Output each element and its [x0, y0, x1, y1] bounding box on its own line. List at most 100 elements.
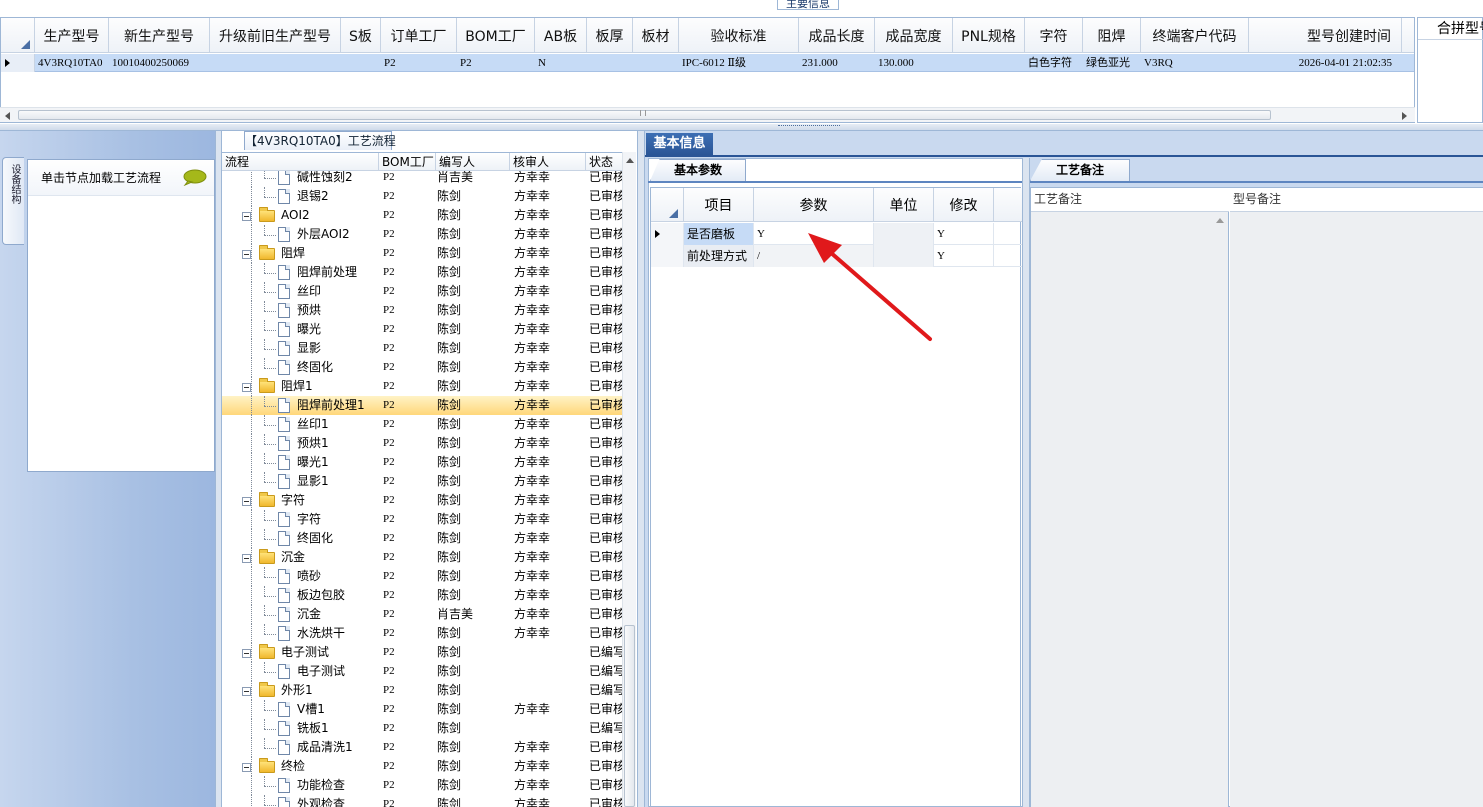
table-row[interactable]: 前处理方式 / Y [651, 245, 1022, 267]
tree-header-reviewer[interactable]: 核审人 [510, 153, 586, 171]
table-cell[interactable] [341, 54, 381, 72]
table-cell[interactable]: 白色字符 [1025, 54, 1083, 72]
model-note-area[interactable]: 型号备注 [1230, 188, 1483, 807]
tree-node-label[interactable]: 功能检查 [297, 776, 345, 795]
table-cell[interactable]: 10010400250069 [109, 54, 210, 72]
tree-node-label[interactable]: 外形1 [281, 681, 313, 700]
tab-process-remarks[interactable]: 工艺备注 [1030, 159, 1130, 181]
table-cell[interactable]: 231.000 [799, 54, 875, 72]
tree-row[interactable]: 字符 P2 陈剑 方幸幸 已审核 [222, 510, 622, 529]
params-header-unit[interactable]: 单位 [874, 188, 934, 222]
tree-row[interactable]: 丝印 P2 陈剑 方幸幸 已审核 [222, 282, 622, 301]
params-header-param[interactable]: 参数 [754, 188, 874, 222]
tree-node-label[interactable]: 外观检查 [297, 795, 345, 807]
collapse-toggle-icon[interactable] [242, 212, 251, 221]
tree-row[interactable]: 退锡2 P2 陈剑 方幸幸 已审核 [222, 187, 622, 206]
tree-node-label[interactable]: 阻焊前处理 [297, 263, 357, 282]
tree-row[interactable]: 电子测试 P2 陈剑 已编写 [222, 643, 622, 662]
tree-node-label[interactable]: 碱性蚀刻2 [297, 171, 353, 187]
tree-node-label[interactable]: 终检 [281, 757, 305, 776]
tree-row[interactable]: 功能检查 P2 陈剑 方幸幸 已审核 [222, 776, 622, 795]
grid-corner-cell[interactable] [1, 18, 35, 53]
tree-row[interactable]: V槽1 P2 陈剑 方幸幸 已审核 [222, 700, 622, 719]
column-header[interactable]: 订单工厂 [381, 18, 457, 53]
tree-row[interactable]: 曝光1 P2 陈剑 方幸幸 已审核 [222, 453, 622, 472]
table-row[interactable]: 是否磨板 Y Y [651, 223, 1022, 245]
tree-row[interactable]: 外观检查 P2 陈剑 方幸幸 已审核 [222, 795, 622, 807]
tree-row[interactable]: 外形1 P2 陈剑 已编写 [222, 681, 622, 700]
tree-node-label[interactable]: 丝印1 [297, 415, 329, 434]
tree-header-writer[interactable]: 编写人 [436, 153, 510, 171]
collapse-toggle-icon[interactable] [242, 383, 251, 392]
param-cell-unit[interactable] [874, 245, 934, 267]
column-header[interactable]: BOM工厂 [457, 18, 535, 53]
tree-row[interactable]: 显影 P2 陈剑 方幸幸 已审核 [222, 339, 622, 358]
table-cell[interactable]: V3RQ [1141, 54, 1249, 72]
table-cell[interactable]: P2 [381, 54, 457, 72]
tree-row[interactable]: 板边包胶 P2 陈剑 方幸幸 已审核 [222, 586, 622, 605]
tree-node-label[interactable]: 退锡2 [297, 187, 329, 206]
column-header[interactable]: AB板 [535, 18, 587, 53]
table-cell[interactable] [210, 54, 341, 72]
scroll-up-icon[interactable] [626, 158, 634, 163]
tree-header-factory[interactable]: BOM工厂 [379, 153, 436, 171]
tree-row[interactable]: 阻焊前处理1 P2 陈剑 方幸幸 已审核 [222, 396, 622, 415]
tree-node-label[interactable]: 曝光1 [297, 453, 329, 472]
table-cell[interactable]: 4V3RQ10TA0 [35, 54, 109, 72]
tree-row[interactable]: 水洗烘干 P2 陈剑 方幸幸 已审核 [222, 624, 622, 643]
tree-row[interactable]: 终固化 P2 陈剑 方幸幸 已审核 [222, 358, 622, 377]
column-header[interactable]: 型号创建时间 [1249, 18, 1402, 53]
tree-node-label[interactable]: 电子测试 [297, 662, 345, 681]
table-cell[interactable] [953, 54, 1025, 72]
collapse-toggle-icon[interactable] [242, 250, 251, 259]
collapse-toggle-icon[interactable] [242, 497, 251, 506]
tree-node-label[interactable]: 预烘1 [297, 434, 329, 453]
params-header-modify[interactable]: 修改 [934, 188, 994, 222]
table-cell[interactable]: 130.000 [875, 54, 953, 72]
tree-row[interactable]: 终检 P2 陈剑 方幸幸 已审核 [222, 757, 622, 776]
tree-node-label[interactable]: 显影 [297, 339, 321, 358]
load-flow-hint[interactable]: 单击节点加载工艺流程 [28, 160, 214, 196]
scroll-left-icon[interactable] [5, 112, 10, 120]
column-header[interactable]: 成品宽度 [875, 18, 953, 53]
tree-node-label[interactable]: 显影1 [297, 472, 329, 491]
param-cell-modify[interactable]: Y [934, 223, 994, 245]
column-header[interactable]: PNL规格 [953, 18, 1025, 53]
tree-node-label[interactable]: 字符 [281, 491, 305, 510]
scrollbar-thumb[interactable] [624, 625, 635, 807]
tree-node-label[interactable]: 曝光 [297, 320, 321, 339]
tree-node-label[interactable]: 沉金 [281, 548, 305, 567]
tree-node-label[interactable]: 铣板1 [297, 719, 329, 738]
params-corner-cell[interactable] [651, 188, 684, 222]
collapse-toggle-icon[interactable] [242, 554, 251, 563]
collapse-toggle-icon[interactable] [242, 649, 251, 658]
tree-node-label[interactable]: 板边包胶 [297, 586, 345, 605]
right-splitter[interactable] [1022, 158, 1030, 807]
tree-row[interactable]: 成品清洗1 P2 陈剑 方幸幸 已审核 [222, 738, 622, 757]
tree-node-label[interactable]: 外层AOI2 [297, 225, 350, 244]
horizontal-splitter[interactable] [0, 124, 1483, 131]
tree-row[interactable]: AOI2 P2 陈剑 方幸幸 已审核 [222, 206, 622, 225]
equipment-structure-tab[interactable]: 设备结构 [2, 157, 24, 245]
tree-node-label[interactable]: V槽1 [297, 700, 325, 719]
tree-node-label[interactable]: AOI2 [281, 206, 310, 225]
tree-row[interactable]: 字符 P2 陈剑 方幸幸 已审核 [222, 491, 622, 510]
tab-basic-info[interactable]: 基本信息 [646, 133, 713, 155]
param-cell-item[interactable]: 前处理方式 [684, 245, 754, 267]
tree-node-label[interactable]: 水洗烘干 [297, 624, 345, 643]
tree-row[interactable]: 显影1 P2 陈剑 方幸幸 已审核 [222, 472, 622, 491]
tree-row[interactable]: 铣板1 P2 陈剑 已编写 [222, 719, 622, 738]
column-header[interactable]: 升级前旧生产型号 [210, 18, 341, 53]
tree-node-label[interactable]: 阻焊 [281, 244, 305, 263]
tree-node-label[interactable]: 电子测试 [281, 643, 329, 662]
tree-row[interactable]: 碱性蚀刻2 P2 肖吉美 方幸幸 已审核 [222, 171, 622, 187]
tree-node-label[interactable]: 阻焊1 [281, 377, 313, 396]
tree-node-label[interactable]: 沉金 [297, 605, 321, 624]
tree-header-flow[interactable]: 流程 [222, 153, 379, 171]
table-cell[interactable]: 2026-04-01 21:02:35 [1249, 54, 1402, 72]
horizontal-scrollbar[interactable] [0, 107, 1415, 122]
table-cell[interactable]: N [535, 54, 587, 72]
tree-row[interactable]: 外层AOI2 P2 陈剑 方幸幸 已审核 [222, 225, 622, 244]
param-cell-item[interactable]: 是否磨板 [684, 223, 754, 245]
tree-row[interactable]: 预烘 P2 陈剑 方幸幸 已审核 [222, 301, 622, 320]
